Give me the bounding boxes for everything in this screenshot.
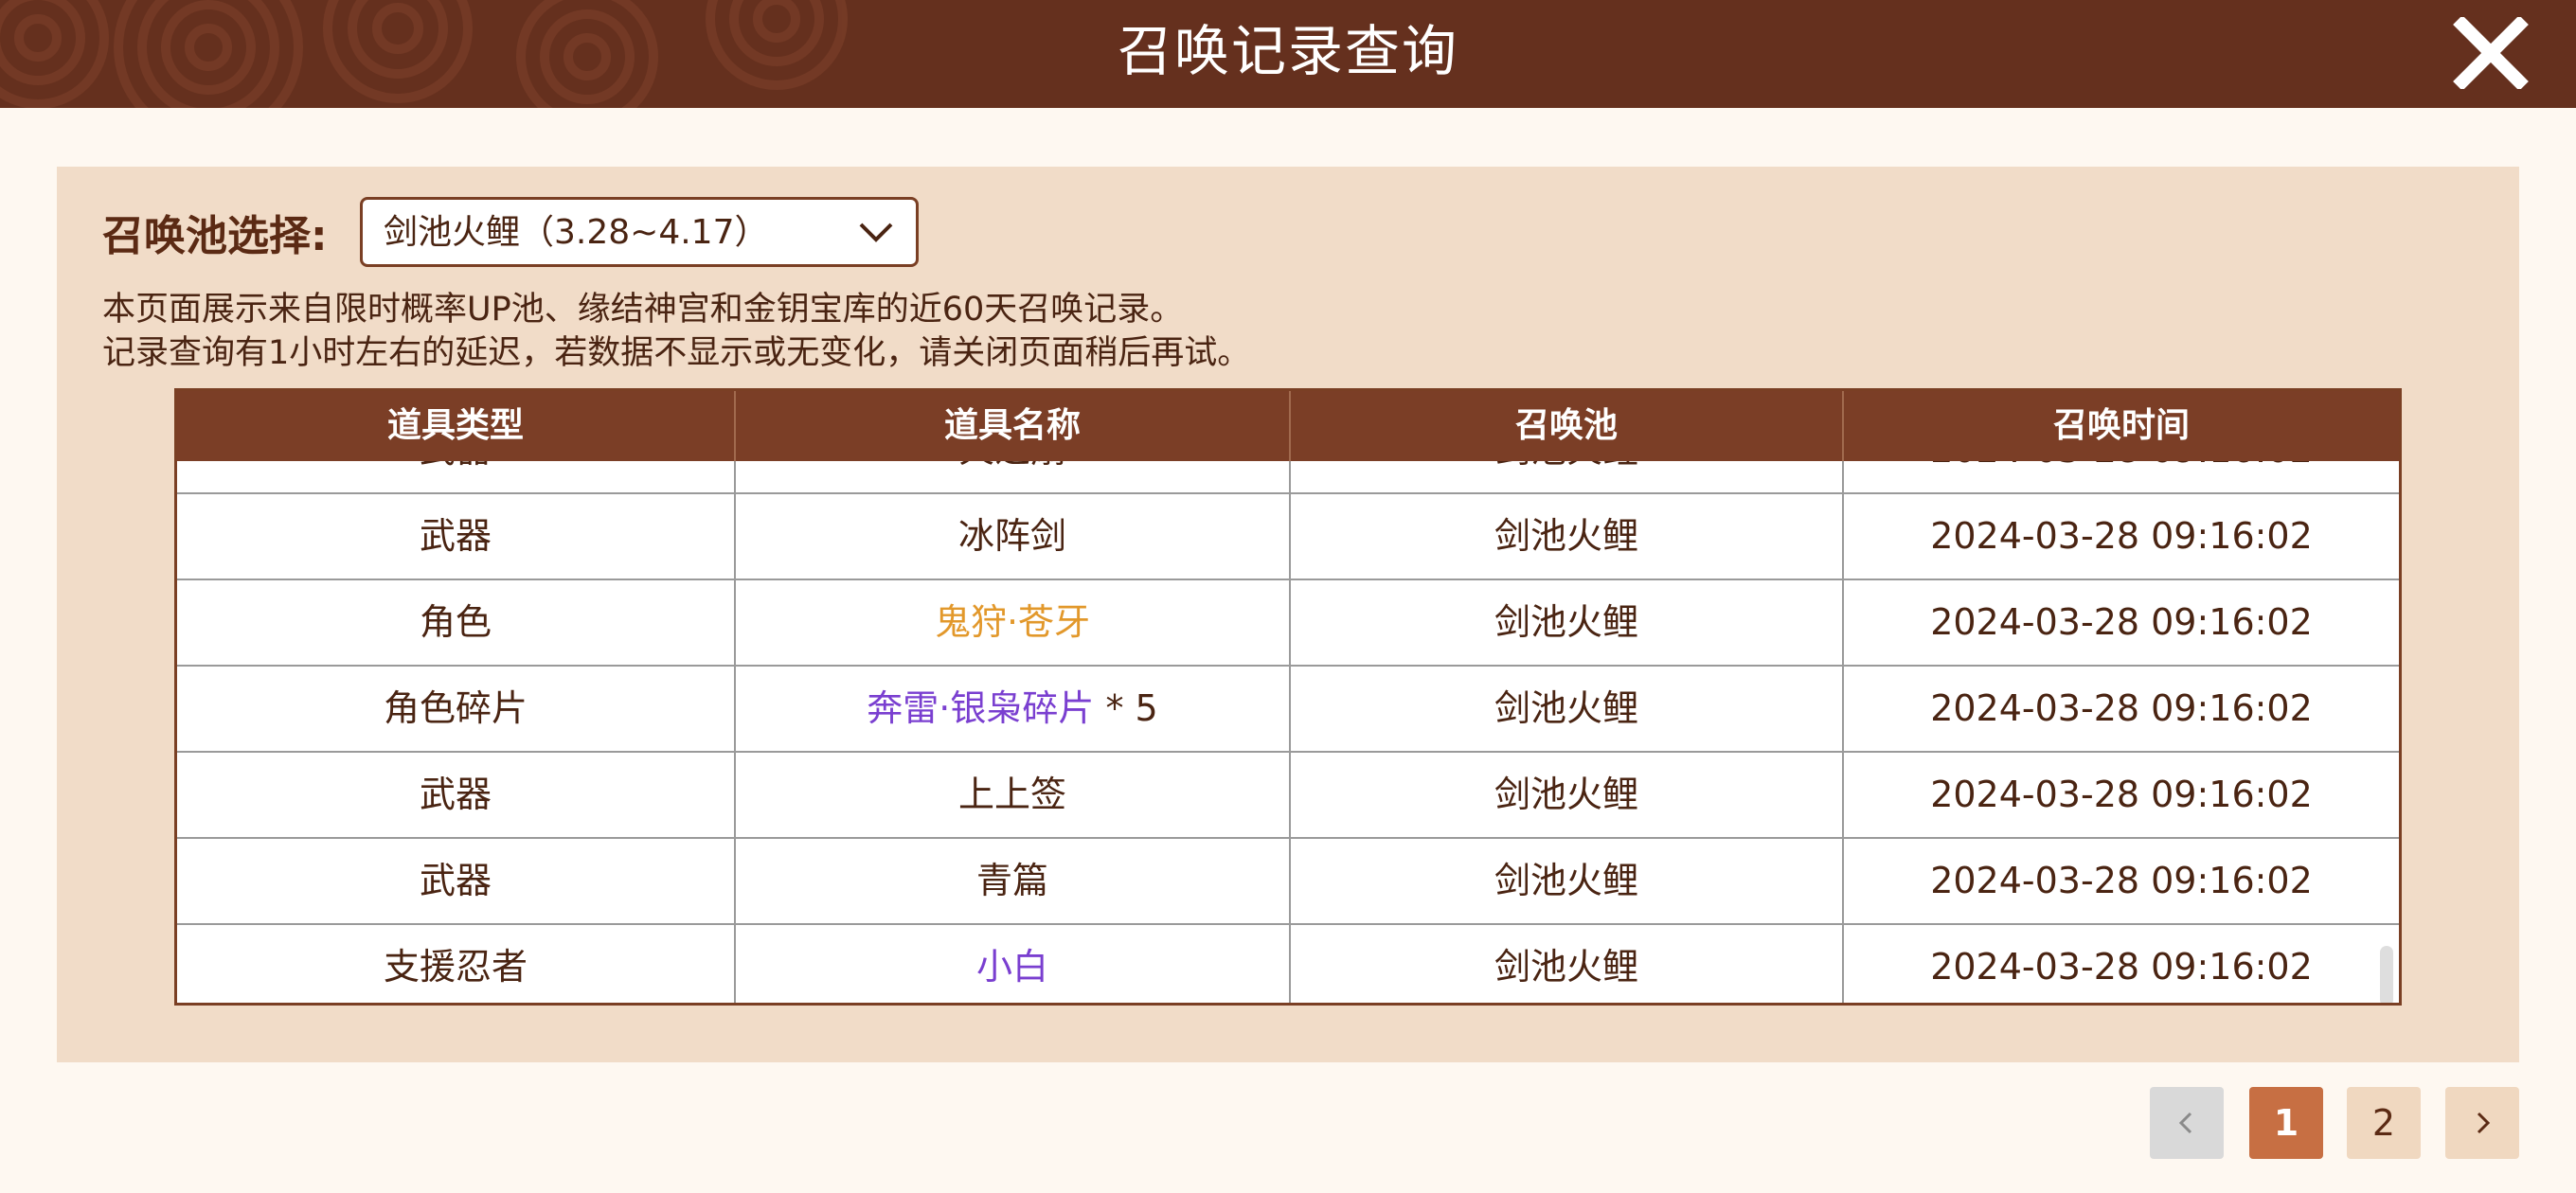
notice-line-2: 记录查询有1小时左右的延迟，若数据不显示或无变化，请关闭页面稍后再试。 xyxy=(102,334,1251,372)
pool-dropdown-value: 剑池火鲤（3.28~4.17） xyxy=(384,213,769,252)
cell-pool: 剑池火鲤 xyxy=(1291,839,1844,923)
table-row: 武器 冰阵剑 剑池火鲤 2024-03-28 09:16:02 xyxy=(177,494,2399,580)
column-header-pool: 召唤池 xyxy=(1291,391,1844,461)
cell-pool: 剑池火鲤 xyxy=(1291,461,1844,492)
item-name-text: 奔雷·银枭碎片 xyxy=(867,687,1095,729)
cell-item-type: 武器 xyxy=(177,494,736,579)
cell-time: 2024-03-28 09:16:02 xyxy=(1930,860,2313,901)
item-name-text: 冰阵剑 xyxy=(957,515,1066,557)
cell-pool: 剑池火鲤 xyxy=(1291,753,1844,837)
prev-page-button[interactable] xyxy=(2150,1087,2224,1159)
cell-item-type: 武器 xyxy=(177,839,736,923)
cell-pool: 剑池火鲤 xyxy=(1291,580,1844,665)
cell-time: 2024-03-28 09:16:02 xyxy=(1930,687,2313,729)
table-header: 道具类型 道具名称 召唤池 召唤时间 xyxy=(177,391,2399,461)
cell-item-type: 武器 xyxy=(177,461,736,492)
records-table: 道具类型 道具名称 召唤池 召唤时间 武器火之扇剑池火鲤2024-03-28 0… xyxy=(174,388,2402,1006)
table-row: 武器 青篇 剑池火鲤 2024-03-28 09:16:02 xyxy=(177,839,2399,925)
column-header-type: 道具类型 xyxy=(177,391,736,461)
cell-time: 2024-03-28 09:16:02 xyxy=(1930,601,2313,643)
table-row: 武器 上上签 剑池火鲤 2024-03-28 09:16:02 xyxy=(177,753,2399,839)
cell-item-type: 支援忍者 xyxy=(177,925,736,1003)
table-scrollbar[interactable] xyxy=(2380,946,2393,1003)
cell-pool: 剑池火鲤 xyxy=(1291,494,1844,579)
table-body[interactable]: 武器火之扇剑池火鲤2024-03-28 09:16:02武器冰阵剑剑池火鲤202… xyxy=(177,461,2399,1003)
cell-item-name: 鬼狩·苍牙 xyxy=(736,580,1291,665)
item-name-text: 上上签 xyxy=(957,774,1066,815)
cell-item-name: 火之扇 xyxy=(736,461,1291,492)
cell-item-name: 奔雷·银枭碎片 * 5 xyxy=(736,667,1291,751)
pool-select-label: 召唤池选择: xyxy=(102,212,328,260)
item-name-text: 小白 xyxy=(975,946,1048,988)
cell-pool: 剑池火鲤 xyxy=(1291,925,1844,1003)
table-row: 角色碎片 奔雷·银枭碎片 * 5 剑池火鲤 2024-03-28 09:16:02 xyxy=(177,667,2399,753)
cell-time: 2024-03-28 09:16:02 xyxy=(1930,946,2313,988)
pool-dropdown[interactable]: 剑池火鲤（3.28~4.17） xyxy=(360,197,919,267)
cell-item-type: 武器 xyxy=(177,753,736,837)
column-header-time: 召唤时间 xyxy=(2052,406,2190,445)
chevron-down-icon xyxy=(859,223,893,242)
chevron-left-icon xyxy=(2178,1112,2192,1134)
item-name-text: 鬼狩·苍牙 xyxy=(934,601,1091,643)
cell-pool: 剑池火鲤 xyxy=(1291,667,1844,751)
cell-time: 2024-03-28 09:16:02 xyxy=(1930,515,2313,557)
cell-item-type: 角色 xyxy=(177,580,736,665)
records-panel: 召唤池选择: 剑池火鲤（3.28~4.17） 本页面展示来自限时概率UP池、缘结… xyxy=(57,167,2519,1062)
item-quantity: * 5 xyxy=(1094,687,1158,729)
cell-item-name: 冰阵剑 xyxy=(736,494,1291,579)
page-title: 召唤记录查询 xyxy=(1117,19,1458,83)
item-name-text: 青篇 xyxy=(975,860,1048,901)
cell-time: 2024-03-28 09:16:02 xyxy=(1844,461,2399,492)
close-button[interactable] xyxy=(2453,15,2529,91)
column-header-name: 道具名称 xyxy=(736,391,1291,461)
cell-item-name: 上上签 xyxy=(736,753,1291,837)
table-row: 武器 火之扇 剑池火鲤2024-03-28 09:16:02 xyxy=(177,461,2399,494)
table-row: 角色 鬼狩·苍牙 剑池火鲤 2024-03-28 09:16:02 xyxy=(177,580,2399,667)
cell-item-name: 青篇 xyxy=(736,839,1291,923)
page-1-button[interactable]: 1 xyxy=(2249,1087,2323,1159)
header-bar: 召唤记录查询 xyxy=(0,0,2576,108)
next-page-button[interactable] xyxy=(2445,1087,2519,1159)
close-icon xyxy=(2453,15,2529,91)
cell-item-type: 角色碎片 xyxy=(177,667,736,751)
item-name-text: 火之扇 xyxy=(958,461,1066,471)
cell-time: 2024-03-28 09:16:02 xyxy=(1930,774,2313,815)
cell-item-name: 小白 xyxy=(736,925,1291,1003)
table-row: 支援忍者 小白 剑池火鲤 2024-03-28 09:16:02 xyxy=(177,925,2399,1003)
notice-line-1: 本页面展示来自限时概率UP池、缘结神宫和金钥宝库的近60天召唤记录。 xyxy=(102,291,1184,329)
page-2-button[interactable]: 2 xyxy=(2347,1087,2421,1159)
chevron-right-icon xyxy=(2477,1112,2491,1134)
